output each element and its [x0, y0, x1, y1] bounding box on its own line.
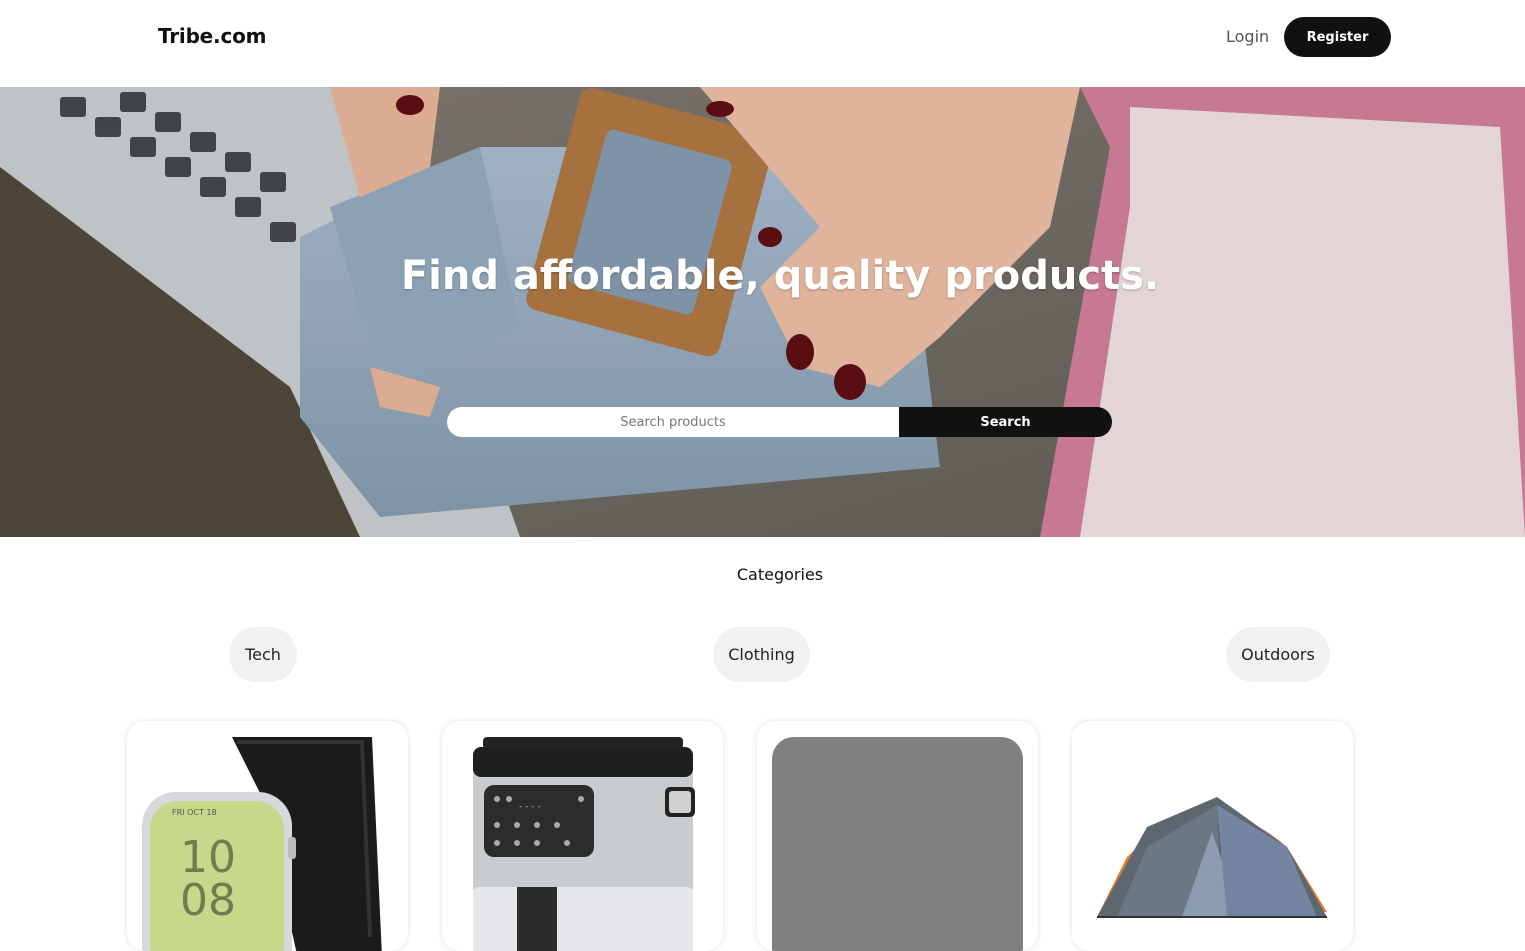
site-header: Tribe.com Login Register — [0, 0, 1525, 87]
login-link[interactable]: Login — [1226, 27, 1269, 46]
product-card[interactable]: - - - - — [442, 721, 723, 951]
hero-banner: Find affordable, quality products. Searc… — [0, 87, 1525, 537]
register-button[interactable]: Register — [1284, 17, 1391, 57]
svg-text:08: 08 — [180, 875, 236, 926]
hero-title: Find affordable, quality products. — [400, 253, 1160, 299]
hero-background-image — [0, 87, 1525, 537]
smartwatch-image: FRI OCT 18 10 08 — [142, 737, 393, 951]
tent-image — [1087, 737, 1338, 951]
air-fryer-image: - - - - — [457, 737, 708, 951]
search-input[interactable]: Search products — [447, 407, 899, 437]
categories-heading: Categories — [736, 565, 824, 584]
category-outdoors[interactable]: Outdoors — [1226, 627, 1330, 682]
brand-logo[interactable]: Tribe.com — [158, 24, 266, 48]
placeholder-image — [772, 737, 1023, 951]
svg-text:FRI OCT 18: FRI OCT 18 — [172, 808, 217, 817]
svg-text:- - - -: - - - - — [519, 802, 541, 812]
category-tech[interactable]: Tech — [229, 627, 297, 682]
product-card[interactable]: FRI OCT 18 10 08 — [127, 721, 408, 951]
category-clothing[interactable]: Clothing — [713, 627, 810, 682]
search-button[interactable]: Search — [899, 407, 1112, 437]
product-card[interactable] — [757, 721, 1038, 951]
product-card[interactable] — [1072, 721, 1353, 951]
